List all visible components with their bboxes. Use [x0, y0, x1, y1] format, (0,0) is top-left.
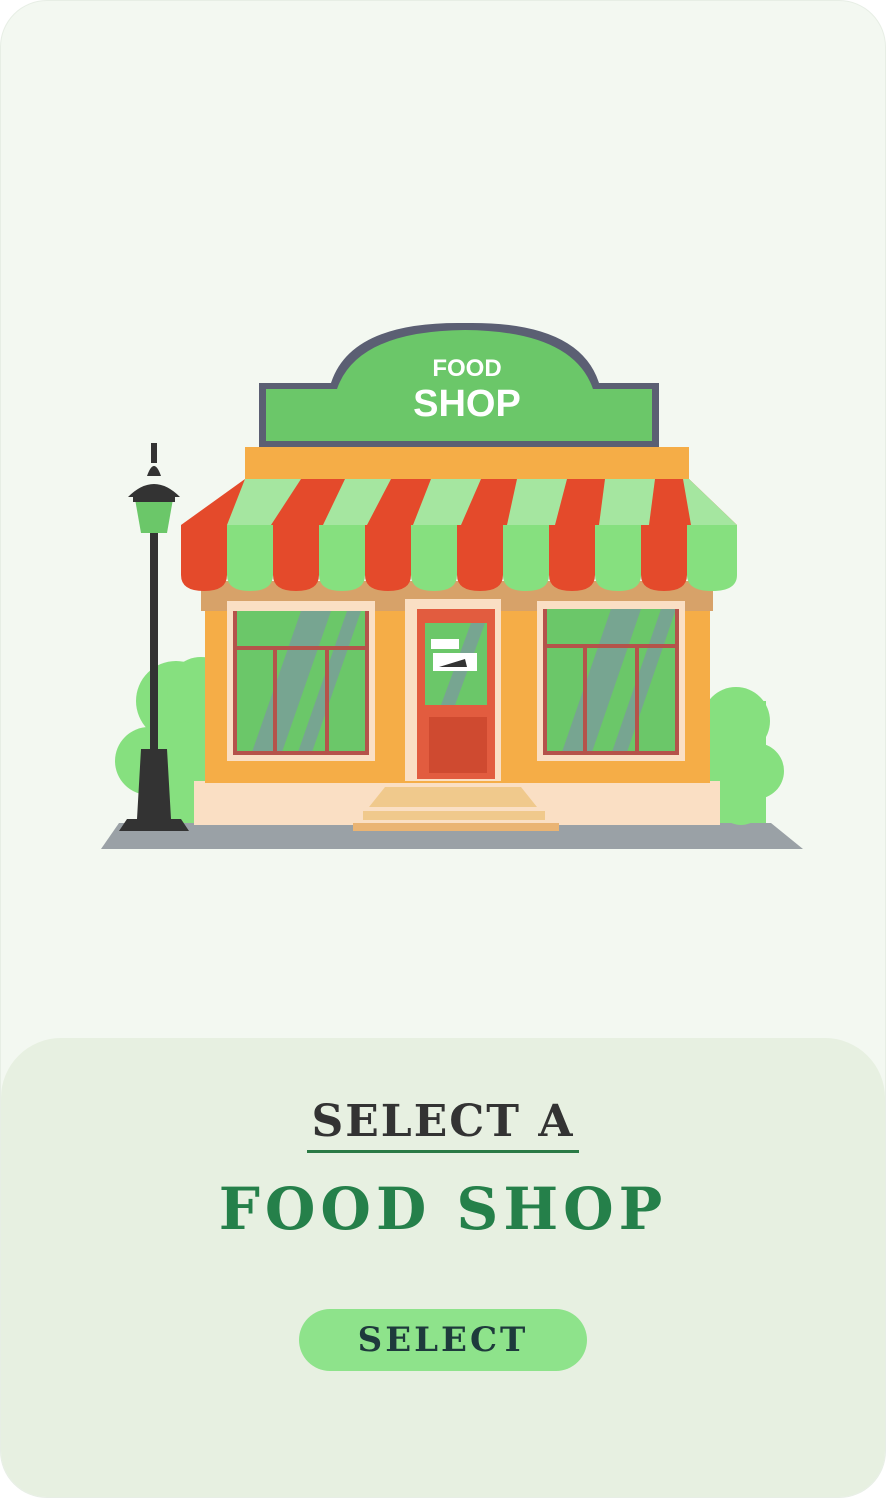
left-window — [227, 601, 375, 761]
heading-select-a: SELECT A — [1, 1100, 885, 1153]
sign-text-line2: SHOP — [413, 383, 521, 425]
app-screen: FOOD SHOP SELECT A FOOD SHOP SELECT — [1, 1, 885, 1497]
right-window — [537, 601, 685, 761]
heading-food-shop: FOOD SHOP — [218, 1175, 668, 1243]
heading-select-a-text: SELECT A — [307, 1100, 579, 1153]
select-button[interactable]: SELECT — [299, 1309, 587, 1371]
sign-text-line1: FOOD — [432, 355, 501, 382]
shop-awning — [181, 447, 737, 591]
food-shop-illustration: FOOD SHOP — [101, 322, 803, 849]
shop-door — [405, 599, 501, 781]
bottom-panel: SELECT A FOOD SHOP SELECT — [1, 1038, 885, 1497]
shop-sign: FOOD SHOP — [259, 322, 659, 447]
